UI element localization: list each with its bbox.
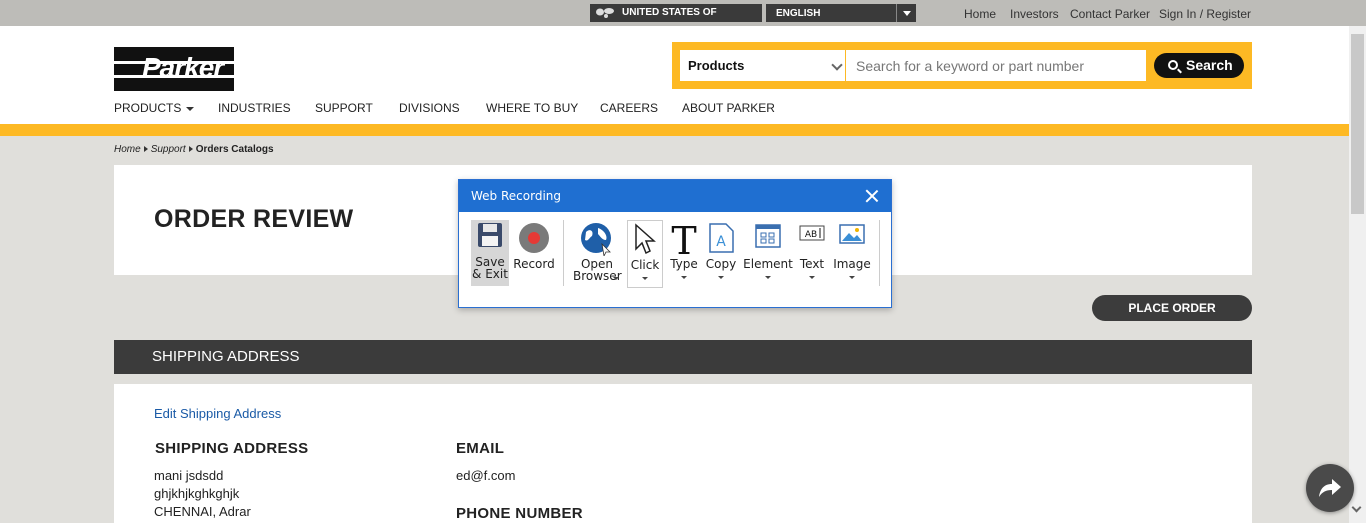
vertical-scrollbar[interactable] bbox=[1349, 26, 1366, 523]
top-link-contact[interactable]: Contact Parker bbox=[1070, 7, 1150, 21]
caret-right-icon bbox=[143, 146, 148, 152]
dialog-titlebar[interactable]: Web Recording bbox=[459, 180, 891, 212]
open-browser-button[interactable]: Open Browser bbox=[573, 220, 622, 286]
header-accent-bar bbox=[0, 124, 1366, 136]
chevron-down-icon bbox=[831, 59, 843, 71]
phone-heading: PHONE NUMBER bbox=[456, 505, 583, 522]
world-map-icon bbox=[596, 8, 614, 18]
nav-support[interactable]: SUPPORT bbox=[315, 101, 373, 115]
address-line: ghjkhjkghkghjk bbox=[154, 486, 240, 501]
email-value: ed@f.com bbox=[456, 468, 516, 483]
scrollbar-thumb[interactable] bbox=[1351, 34, 1364, 214]
dropdown-caret-icon[interactable] bbox=[809, 276, 815, 279]
nav-industries[interactable]: INDUSTRIES bbox=[218, 101, 291, 115]
edit-shipping-address-link[interactable]: Edit Shipping Address bbox=[154, 406, 281, 421]
image-button[interactable]: Image bbox=[831, 220, 873, 286]
breadcrumb: Home Support Orders Catalogs bbox=[114, 144, 274, 155]
copy-document-icon: A bbox=[709, 223, 734, 253]
site-header: Parker Products Search PRODUCTS INDUSTRI… bbox=[0, 26, 1366, 124]
dropdown-caret-icon[interactable] bbox=[642, 277, 648, 280]
search-input[interactable] bbox=[846, 50, 1146, 81]
image-picture-icon bbox=[839, 224, 865, 244]
cursor-arrow-icon bbox=[635, 223, 656, 255]
record-button[interactable]: Record bbox=[513, 220, 555, 286]
element-button[interactable]: Element bbox=[743, 220, 793, 286]
search-category-value: Products bbox=[688, 58, 745, 73]
chevron-down-icon[interactable] bbox=[896, 4, 916, 22]
nav-products-label: PRODUCTS bbox=[114, 101, 182, 115]
caret-down-icon bbox=[186, 106, 195, 111]
search-icon bbox=[1168, 60, 1178, 70]
breadcrumb-current: Orders Catalogs bbox=[195, 144, 274, 155]
globe-icon bbox=[581, 223, 611, 256]
nav-careers[interactable]: CAREERS bbox=[600, 101, 658, 115]
page-title: ORDER REVIEW bbox=[154, 205, 354, 233]
top-link-signin[interactable]: Sign In / Register bbox=[1159, 7, 1251, 21]
breadcrumb-home[interactable]: Home bbox=[114, 144, 141, 155]
record-label: Record bbox=[513, 257, 555, 271]
copy-label: Copy bbox=[705, 257, 737, 271]
svg-text:T: T bbox=[671, 222, 696, 256]
text-label: Text bbox=[799, 257, 825, 271]
address-line: mani jsdsdd bbox=[154, 468, 224, 483]
logo-text: Parker bbox=[142, 52, 224, 83]
click-label: Click bbox=[630, 258, 660, 272]
email-heading: EMAIL bbox=[456, 440, 505, 457]
dropdown-caret-icon[interactable] bbox=[681, 276, 687, 279]
svg-text:A: A bbox=[716, 234, 726, 250]
address-line: CHENNAI, Adrar bbox=[154, 504, 251, 519]
utility-bar: UNITED STATES OF AMERICA ENGLISH Home In… bbox=[0, 0, 1366, 36]
breadcrumb-support[interactable]: Support bbox=[151, 144, 186, 155]
shipping-panel: Edit Shipping Address SHIPPING ADDRESS m… bbox=[114, 384, 1252, 523]
click-button[interactable]: Click bbox=[627, 220, 663, 288]
svg-text:AB: AB bbox=[805, 230, 817, 240]
toolbar-separator bbox=[563, 220, 564, 286]
type-label: Type bbox=[670, 257, 698, 271]
dropdown-caret-icon[interactable] bbox=[718, 276, 724, 279]
dropdown-caret-icon[interactable] bbox=[765, 276, 771, 279]
record-icon bbox=[519, 223, 549, 253]
nav-where-to-buy[interactable]: WHERE TO BUY bbox=[486, 101, 578, 115]
toolbar-separator bbox=[879, 220, 880, 286]
place-order-button[interactable]: PLACE ORDER bbox=[1092, 295, 1252, 321]
region-selector[interactable]: UNITED STATES OF AMERICA bbox=[590, 4, 762, 36]
share-arrow-icon bbox=[1319, 479, 1341, 497]
language-label: ENGLISH bbox=[776, 8, 821, 19]
nav-products[interactable]: PRODUCTS bbox=[114, 101, 195, 115]
scroll-down-icon[interactable] bbox=[1351, 502, 1362, 513]
top-link-home[interactable]: Home bbox=[964, 7, 996, 21]
dropdown-caret-icon[interactable] bbox=[849, 276, 855, 279]
top-link-investors[interactable]: Investors bbox=[1010, 7, 1059, 21]
search-category-select[interactable]: Products bbox=[680, 50, 845, 81]
nav-about[interactable]: ABOUT PARKER bbox=[682, 101, 775, 115]
copy-button[interactable]: A Copy bbox=[703, 220, 739, 286]
floppy-disk-icon bbox=[478, 223, 502, 247]
element-grid-icon bbox=[755, 224, 781, 248]
parker-logo[interactable]: Parker bbox=[114, 47, 234, 91]
search-button[interactable]: Search bbox=[1154, 53, 1244, 78]
search-bar: Products Search bbox=[672, 42, 1252, 89]
save-exit-label: Save & Exit bbox=[472, 255, 508, 281]
nav-divisions[interactable]: DIVISIONS bbox=[399, 101, 460, 115]
type-button[interactable]: T Type bbox=[667, 220, 701, 286]
web-recording-dialog: Web Recording Save & Exit Record Open Br… bbox=[458, 179, 892, 308]
search-button-label: Search bbox=[1186, 57, 1233, 73]
dropdown-caret-icon[interactable] bbox=[613, 277, 619, 280]
close-icon[interactable] bbox=[865, 189, 879, 203]
type-t-icon: T bbox=[671, 222, 696, 256]
text-button[interactable]: AB Text bbox=[795, 220, 829, 286]
language-selector[interactable]: ENGLISH bbox=[766, 4, 916, 22]
caret-right-icon bbox=[188, 146, 193, 152]
element-label: Element bbox=[743, 257, 793, 271]
image-label: Image bbox=[833, 257, 871, 271]
dialog-title: Web Recording bbox=[471, 189, 561, 203]
save-exit-button[interactable]: Save & Exit bbox=[471, 220, 509, 286]
shipping-address-heading: SHIPPING ADDRESS bbox=[155, 440, 309, 457]
share-button[interactable] bbox=[1306, 464, 1354, 512]
text-field-icon: AB bbox=[799, 225, 825, 241]
shipping-section-header: SHIPPING ADDRESS bbox=[114, 340, 1252, 374]
